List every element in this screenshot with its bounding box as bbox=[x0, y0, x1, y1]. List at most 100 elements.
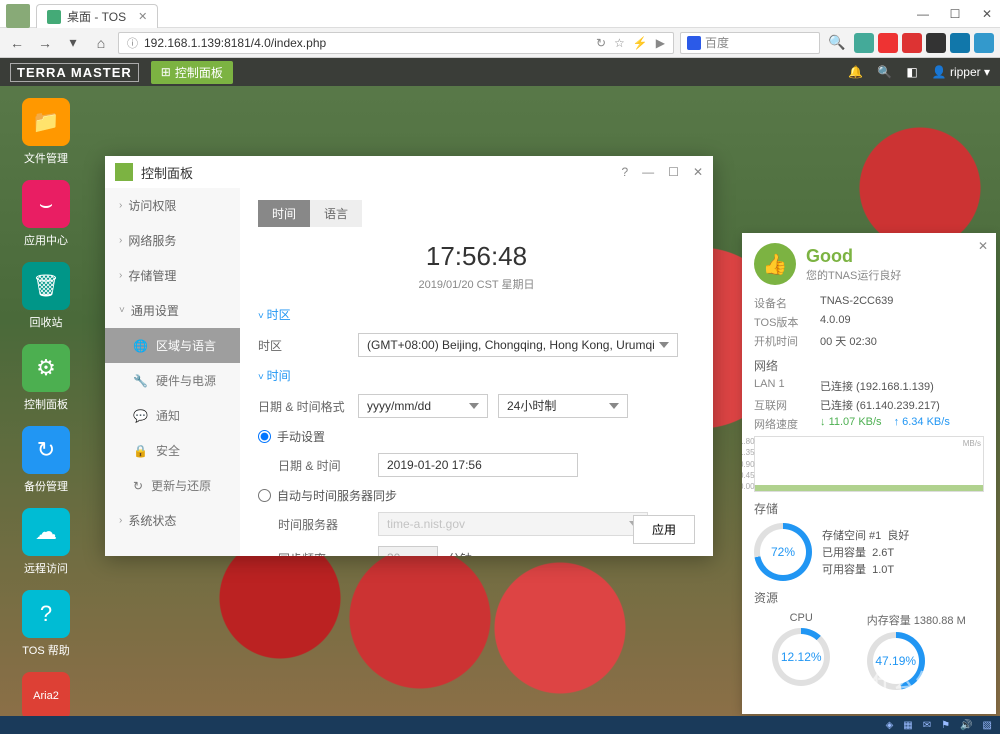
sidebar-item-network[interactable]: ›网络服务 bbox=[105, 223, 240, 258]
tos-version: 4.0.09 bbox=[820, 314, 984, 330]
url-bar[interactable]: ⓘ 192.168.1.139:8181/4.0/index.php ↻ ☆ ⚡… bbox=[118, 32, 674, 54]
sidebar-item-general[interactable]: ˅通用设置 bbox=[105, 293, 240, 328]
ext-icon-3[interactable] bbox=[902, 33, 922, 53]
tos-topbar: TERRA MASTER ⊞ 控制面板 🔔 🔍 ◧ 👤 ripper ▾ bbox=[0, 58, 1000, 86]
icon-label: 备份管理 bbox=[24, 478, 68, 494]
section-time[interactable]: 时间 bbox=[258, 367, 695, 384]
chevron-right-icon: › bbox=[119, 235, 122, 246]
tab-time[interactable]: 时间 bbox=[258, 200, 310, 227]
sidebar-sub-notify[interactable]: 💬通知 bbox=[105, 398, 240, 433]
desktop-icon[interactable]: ☁远程访问 bbox=[14, 508, 78, 576]
ext-icon-6[interactable] bbox=[974, 33, 994, 53]
desktop-icon[interactable]: ⚙控制面板 bbox=[14, 344, 78, 412]
app-icon: Aria2 bbox=[22, 672, 70, 716]
thumbs-up-icon: 👍 bbox=[754, 243, 796, 285]
sidebar-item-storage[interactable]: ›存储管理 bbox=[105, 258, 240, 293]
chevron-down-icon: ˅ bbox=[119, 305, 125, 316]
app-icon: 🗑 bbox=[22, 262, 70, 310]
app-icon: ⌣ bbox=[22, 180, 70, 228]
label-datefmt: 日期 & 时间格式 bbox=[258, 398, 348, 415]
app-icon: ☁ bbox=[22, 508, 70, 556]
ext-icon-4[interactable] bbox=[926, 33, 946, 53]
window-minimize-icon[interactable]: — bbox=[916, 7, 930, 21]
sidebar-sub-update[interactable]: ↻更新与还原 bbox=[105, 468, 240, 503]
window-title-bar[interactable]: 控制面板 ? — ☐ ✕ bbox=[105, 156, 713, 188]
star-icon[interactable]: ☆ bbox=[614, 36, 625, 50]
clock-date: 2019/01/20 CST 星期日 bbox=[258, 276, 695, 292]
dropdown-icon[interactable]: ▾ bbox=[62, 32, 84, 54]
tab-close-icon[interactable]: ✕ bbox=[138, 10, 147, 23]
syncfreq-input bbox=[378, 546, 438, 556]
sidebar-item-access[interactable]: ›访问权限 bbox=[105, 188, 240, 223]
uptime: 00 天 02:30 bbox=[820, 333, 984, 349]
tray-icon[interactable]: 🔊 bbox=[960, 720, 972, 731]
radio-manual[interactable] bbox=[258, 430, 271, 443]
app-icon: ⚙ bbox=[22, 344, 70, 392]
search-bar[interactable]: 百度 bbox=[680, 32, 820, 54]
memory-ring: 47.19% bbox=[867, 632, 925, 690]
tray-icon[interactable]: ▦ bbox=[903, 720, 912, 731]
desktop-icon[interactable]: ↻ 备份管理 bbox=[14, 426, 78, 494]
timezone-select[interactable]: (GMT+08:00) Beijing, Chongqing, Hong Kon… bbox=[358, 333, 678, 357]
timeserver-select: time-a.nist.gov bbox=[378, 512, 648, 536]
widgets-icon[interactable]: ◧ bbox=[906, 65, 917, 79]
used-capacity: 2.6T bbox=[872, 547, 894, 559]
tray-icon[interactable]: ▧ bbox=[983, 720, 992, 731]
search-icon[interactable]: 🔍 bbox=[826, 32, 848, 54]
win-close-icon[interactable]: ✕ bbox=[693, 165, 703, 179]
ext-icon-5[interactable] bbox=[950, 33, 970, 53]
app-icon: ⊞ bbox=[161, 65, 171, 79]
desktop-icon[interactable]: ⌣应用中心 bbox=[14, 180, 78, 248]
desktop-icon[interactable]: 📁文件管理 bbox=[14, 98, 78, 166]
desktop-icon[interactable]: Aria2Aria2 bbox=[14, 672, 78, 716]
sidebar-sub-security[interactable]: 🔒安全 bbox=[105, 433, 240, 468]
window-maximize-icon[interactable]: ☐ bbox=[948, 7, 962, 21]
radio-auto[interactable] bbox=[258, 489, 271, 502]
app-icon: ↻ bbox=[22, 426, 70, 474]
icon-label: TOS 帮助 bbox=[22, 642, 69, 658]
lock-icon: 🔒 bbox=[133, 444, 148, 458]
storage-ring: 72% bbox=[754, 523, 812, 581]
freq-unit: 分钟 bbox=[448, 550, 472, 557]
app-icon: ? bbox=[22, 590, 70, 638]
section-timezone[interactable]: 时区 bbox=[258, 306, 695, 323]
datefmt-select[interactable]: yyyy/mm/dd bbox=[358, 394, 488, 418]
tray-icon[interactable]: ✉ bbox=[923, 720, 931, 731]
ext-icon-2[interactable] bbox=[878, 33, 898, 53]
sidebar-sub-hardware[interactable]: 🔧硬件与电源 bbox=[105, 363, 240, 398]
reload-icon[interactable]: ↻ bbox=[596, 36, 606, 50]
status-sub: 您的TNAS运行良好 bbox=[806, 267, 901, 283]
sidebar-sub-region[interactable]: 🌐区域与语言 bbox=[105, 328, 240, 363]
help-icon[interactable]: ? bbox=[621, 165, 628, 179]
sidebar-item-status[interactable]: ›系统状态 bbox=[105, 503, 240, 538]
app-icon: 📁 bbox=[22, 98, 70, 146]
browser-tab[interactable]: 桌面 - TOS ✕ bbox=[36, 4, 158, 28]
win-max-icon[interactable]: ☐ bbox=[668, 165, 679, 179]
ext-icon-1[interactable] bbox=[854, 33, 874, 53]
apply-button[interactable]: 应用 bbox=[633, 515, 695, 544]
forward-icon[interactable]: → bbox=[34, 32, 56, 54]
desktop-icon[interactable]: 🗑回收站 bbox=[14, 262, 78, 330]
timefmt-select[interactable]: 24小时制 bbox=[498, 394, 628, 418]
tray-icon[interactable]: ⚑ bbox=[941, 720, 950, 731]
play-icon[interactable]: ▶ bbox=[656, 36, 665, 50]
dash-close-icon[interactable]: ✕ bbox=[978, 239, 988, 253]
tab-language[interactable]: 语言 bbox=[310, 200, 362, 227]
win-min-icon[interactable]: — bbox=[642, 165, 654, 179]
desktop-icon[interactable]: ? TOS 帮助 bbox=[14, 590, 78, 658]
bell-icon[interactable]: 🔔 bbox=[848, 65, 863, 79]
window-icon bbox=[115, 163, 133, 181]
window-close-icon[interactable]: ✕ bbox=[980, 7, 994, 21]
datetime-input[interactable] bbox=[378, 453, 578, 477]
refresh-icon: ↻ bbox=[133, 479, 143, 493]
heading-network: 网络 bbox=[754, 357, 984, 374]
search-top-icon[interactable]: 🔍 bbox=[877, 65, 892, 79]
topbar-app[interactable]: ⊞ 控制面板 bbox=[151, 61, 233, 84]
flash-icon[interactable]: ⚡ bbox=[633, 36, 648, 50]
url-text: 192.168.1.139:8181/4.0/index.php bbox=[144, 36, 326, 50]
tray-icon[interactable]: ◈ bbox=[886, 720, 894, 731]
home-icon[interactable]: ⌂ bbox=[90, 32, 112, 54]
back-icon[interactable]: ← bbox=[6, 32, 28, 54]
user-menu[interactable]: 👤 ripper ▾ bbox=[932, 65, 990, 79]
label-timeserver: 时间服务器 bbox=[278, 516, 368, 533]
